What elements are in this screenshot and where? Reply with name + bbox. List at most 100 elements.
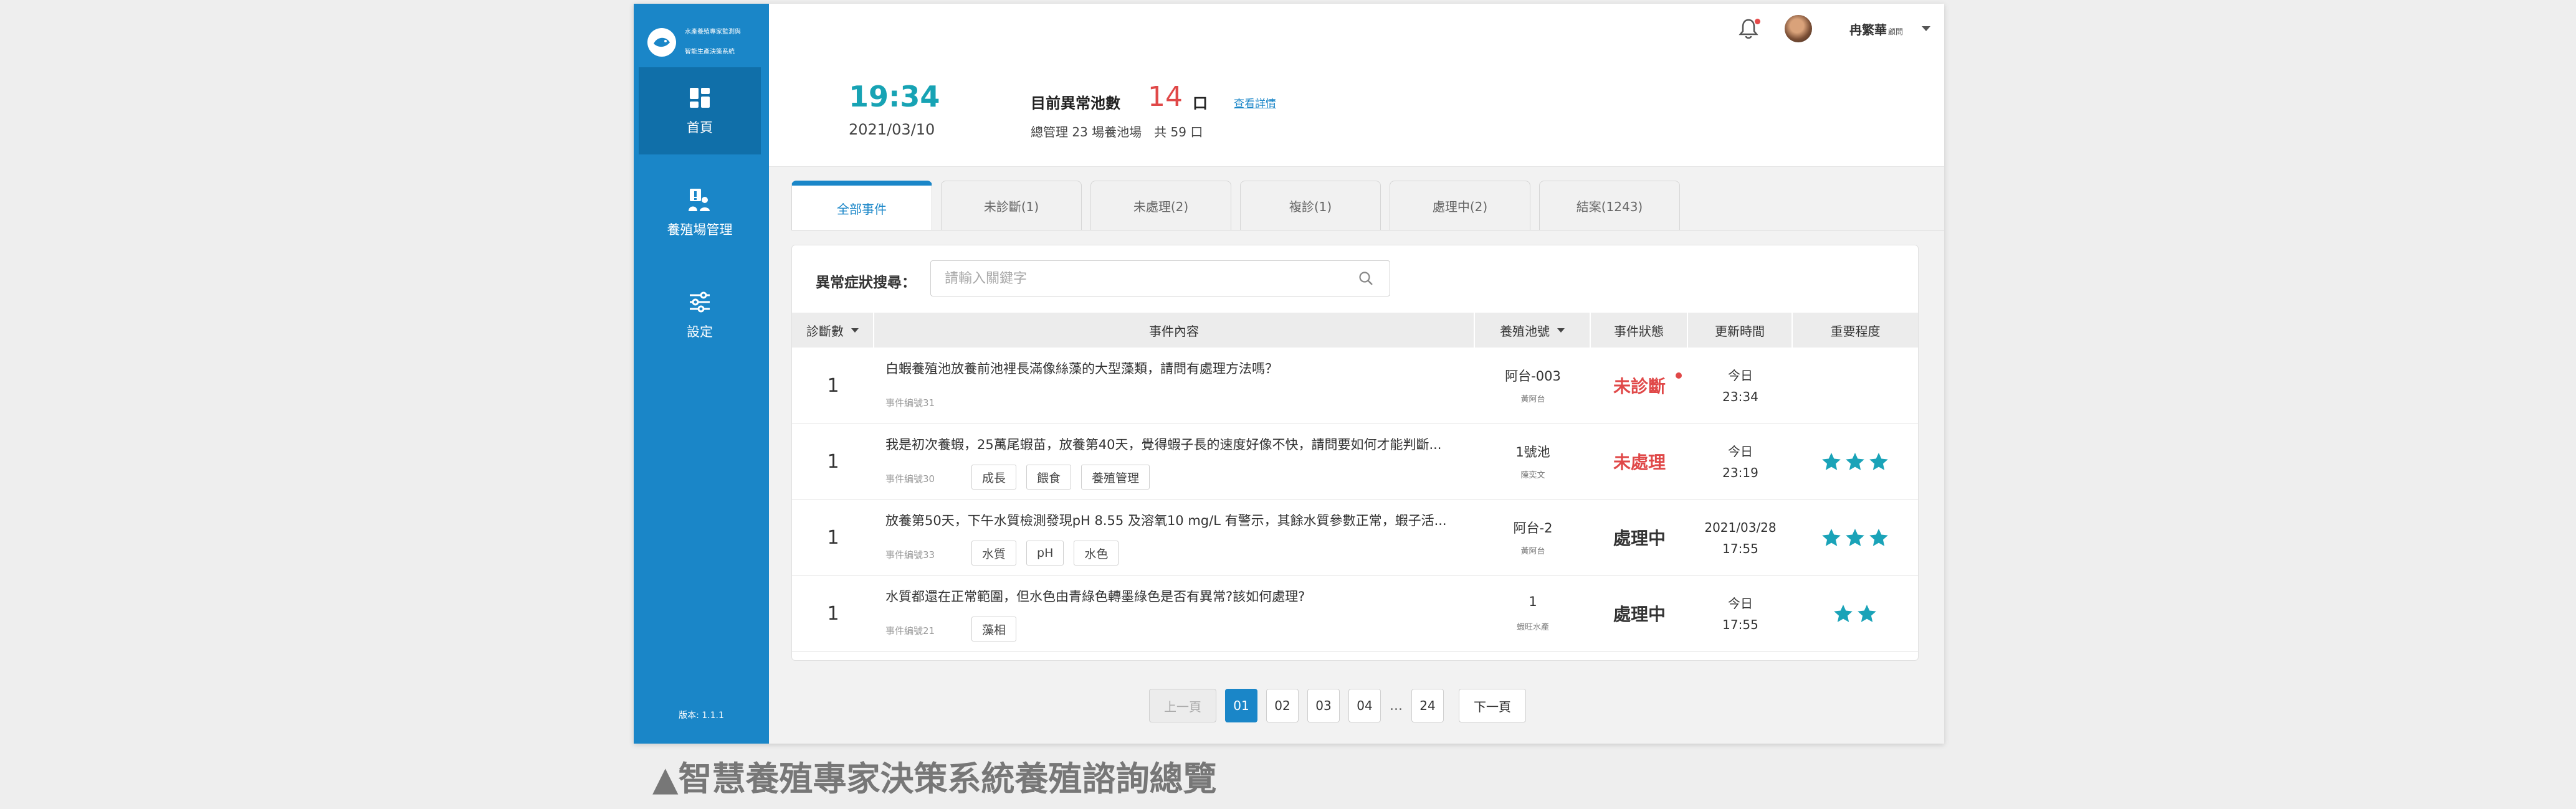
header-pond-number[interactable]: 養殖池號 (1475, 313, 1591, 348)
abnormal-pond-count: 14 (1148, 81, 1183, 113)
page-button-01[interactable]: 01 (1225, 689, 1257, 722)
pond-owner: 黃阿台 (1520, 547, 1545, 556)
event-tag[interactable]: 水質 (971, 541, 1017, 565)
pond-number: 阿台-2 (1513, 521, 1553, 536)
user-role: 顧問 (1888, 27, 1904, 36)
star-icon (1869, 453, 1888, 470)
event-id: 事件編號33 (885, 549, 935, 561)
page-ellipsis: ... (1390, 698, 1403, 714)
abnormal-pond-unit: 口 (1193, 95, 1208, 112)
event-title[interactable]: 放養第50天，下午水質檢測發現pH 8.55 及溶氧10 mg/L 有警示，其餘… (885, 511, 1465, 529)
topbar: 冉繁華 顧問 (769, 4, 1944, 54)
header-label: 診斷數 (806, 323, 844, 339)
update-time: 2021/03/28 17:55 (1688, 517, 1793, 559)
star-icon (1869, 529, 1888, 546)
header-update-time: 更新時間 (1688, 313, 1793, 348)
page-button-last[interactable]: 24 (1411, 689, 1444, 722)
event-tag[interactable]: 養殖管理 (1081, 465, 1150, 490)
sidebar-item-home[interactable]: 首頁 (639, 67, 761, 154)
update-date: 今日 (1728, 596, 1753, 611)
pond-number: 阿台-003 (1505, 369, 1561, 384)
user-name[interactable]: 冉繁華 (1849, 20, 1887, 38)
header-importance: 重要程度 (1793, 313, 1918, 348)
pond-owner: 黃阿台 (1520, 395, 1545, 404)
update-clock: 23:34 (1722, 389, 1758, 404)
event-title[interactable]: 水質都還在正常範圍，但水色由青綠色轉墨綠色是否有異常?該如何處理? (885, 587, 1465, 605)
brand-line-1: 水產養殖專家監測與 (685, 29, 741, 35)
star-icon (1834, 605, 1853, 622)
page-button-03[interactable]: 03 (1307, 689, 1340, 722)
diagnosis-count: 1 (827, 526, 839, 549)
avatar[interactable] (1785, 15, 1812, 42)
importance-rating (1793, 575, 1917, 651)
figure-caption: ▲智慧養殖專家決策系統養殖諮詢總覽 (652, 759, 1217, 798)
event-list-card: 異常症狀搜尋： 診斷數 事件內容 養殖池號 事件狀態 (791, 245, 1919, 661)
tab-closed[interactable]: 結案(1243) (1539, 181, 1680, 230)
view-details-link[interactable]: 查看詳情 (1234, 95, 1276, 110)
chevron-down-icon[interactable] (1922, 26, 1930, 31)
search-input[interactable] (930, 260, 1390, 296)
event-tags: 成長 餵食 養殖管理 (971, 465, 1160, 490)
star-icon (1858, 605, 1876, 622)
tab-undiagnosed[interactable]: 未診斷(1) (941, 181, 1082, 230)
farm-management-icon (689, 189, 710, 211)
header-diagnosis-count[interactable]: 診斷數 (792, 313, 874, 348)
event-tag[interactable]: pH (1026, 541, 1064, 565)
notification-bell-icon[interactable] (1737, 17, 1760, 40)
event-status: 未處理 (1613, 452, 1666, 473)
tab-unhandled[interactable]: 未處理(2) (1090, 181, 1231, 230)
tab-in-progress[interactable]: 處理中(2) (1390, 181, 1530, 230)
event-tag[interactable]: 成長 (971, 465, 1017, 490)
event-title[interactable]: 白蝦養殖池放養前池裡長滿像絲藻的大型藻類，請問有處理方法嗎？ (885, 359, 1465, 377)
settings-sliders-icon (690, 291, 710, 313)
table-row[interactable]: 1 放養第50天，下午水質檢測發現pH 8.55 及溶氧10 mg/L 有警示，其… (792, 499, 1918, 576)
table-row[interactable]: 1 白蝦養殖池放養前池裡長滿像絲藻的大型藻類，請問有處理方法嗎？ 事件編號31 阿台-… (792, 348, 1918, 424)
event-tag[interactable]: 水色 (1074, 541, 1119, 565)
search-icon[interactable] (1358, 270, 1374, 286)
header-label: 更新時間 (1715, 323, 1765, 339)
event-status: 處理中 (1613, 604, 1666, 625)
management-summary: 總管理 23 場養池場 共 59 口 (1031, 125, 1203, 140)
event-id: 事件編號31 (885, 397, 935, 409)
version-label: 版本: 1.1.1 (679, 711, 724, 721)
importance-rating (1793, 423, 1917, 499)
header-event-status: 事件狀態 (1591, 313, 1688, 348)
header-label: 事件內容 (1149, 323, 1199, 339)
prev-page-button[interactable]: 上一頁 (1149, 689, 1216, 722)
page-button-02[interactable]: 02 (1266, 689, 1299, 722)
clock-time: 19:34 (849, 80, 940, 113)
table-header: 診斷數 事件內容 養殖池號 事件狀態 更新時間 重要程度 (792, 313, 1918, 348)
pagination: 上一頁 01 02 03 04 ... 24 下一頁 (1149, 689, 1535, 722)
event-tags: 水質 pH 水色 (971, 541, 1128, 565)
star-icon (1846, 453, 1864, 470)
event-tag[interactable]: 餵食 (1026, 465, 1072, 490)
header-label: 重要程度 (1830, 323, 1881, 339)
update-time: 今日 23:19 (1688, 441, 1793, 483)
event-tag[interactable]: 藻相 (971, 617, 1017, 641)
table-row[interactable]: 1 水質都還在正常範圍，但水色由青綠色轉墨綠色是否有異常?該如何處理? 事件編號21… (792, 575, 1918, 652)
diagnosis-count: 1 (827, 602, 839, 625)
dashboard-icon (690, 88, 710, 108)
next-page-button[interactable]: 下一頁 (1458, 689, 1526, 722)
pond-number: 1號池 (1515, 445, 1550, 460)
sidebar-item-settings[interactable]: 設定 (639, 272, 761, 359)
status-panel: 19:34 2021/03/10 目前異常池數 14 口 查看詳情 總管理 23… (769, 54, 1944, 167)
update-time: 今日 23:34 (1688, 365, 1793, 407)
header-event-content: 事件內容 (874, 313, 1475, 348)
app-window: 水產養殖專家監測與 智能生產決策系統 首頁 養殖場管理 設定 版本: 1.1.1… (634, 4, 1944, 744)
pond-owner: 蝦旺水產 (1516, 623, 1549, 632)
importance-rating (1793, 499, 1917, 575)
diagnosis-count: 1 (827, 450, 839, 473)
event-title[interactable]: 我是初次養蝦，25萬尾蝦苗，放養第40天，覺得蝦子長的速度好像不快，請問要如何才… (885, 435, 1465, 453)
page-button-04[interactable]: 04 (1348, 689, 1381, 722)
tab-revisit[interactable]: 複診(1) (1240, 181, 1381, 230)
sidebar-item-farm-management[interactable]: 養殖場管理 (639, 169, 761, 257)
sidebar: 水產養殖專家監測與 智能生產決策系統 首頁 養殖場管理 設定 版本: 1.1.1 (634, 4, 769, 744)
pond-owner: 陳奕文 (1520, 471, 1545, 480)
table-row[interactable]: 1 我是初次養蝦，25萬尾蝦苗，放養第40天，覺得蝦子長的速度好像不快，請問要如何… (792, 423, 1918, 500)
sort-caret-icon (1557, 328, 1565, 333)
brand-line-2: 智能生產決策系統 (685, 49, 735, 55)
star-icon (1822, 453, 1841, 470)
tab-all-events[interactable]: 全部事件 (791, 181, 932, 230)
sort-caret-icon (851, 328, 859, 333)
